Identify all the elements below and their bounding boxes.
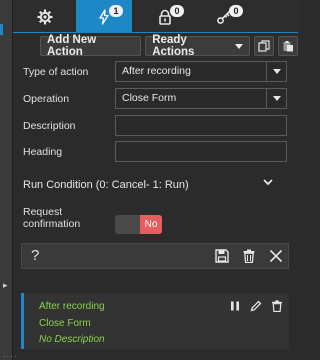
heading-label: Heading — [23, 146, 63, 158]
left-strip-marker — [0, 24, 3, 35]
help-icon[interactable]: ? — [31, 247, 39, 264]
operation-label: Operation — [23, 93, 70, 105]
tab-actions-badge: 1 — [109, 5, 123, 17]
toggle-no-label: No — [140, 215, 162, 234]
request-confirmation-toggle[interactable]: No — [115, 215, 162, 234]
left-strip: ▸ ···· — [0, 0, 17, 360]
add-new-action-button[interactable]: Add New Action — [40, 34, 142, 58]
more-dots-icon: ···· — [3, 352, 18, 360]
pause-icon[interactable] — [229, 300, 241, 312]
item-card-icons — [229, 300, 283, 312]
heading-input[interactable] — [115, 141, 287, 162]
action-bar-icons — [215, 249, 283, 263]
expand-arrow-icon[interactable]: ▸ — [3, 280, 8, 291]
item-operation: Close Form — [39, 318, 91, 329]
tab-locks[interactable]: 0 — [137, 0, 193, 33]
copy-button[interactable] — [254, 36, 275, 56]
request-confirmation-line-1: Request — [23, 206, 63, 218]
tab-locks-badge: 0 — [170, 5, 184, 17]
type-of-action-label: Type of action — [23, 66, 89, 78]
tab-settings[interactable] — [17, 0, 73, 33]
paste-icon — [282, 40, 294, 52]
close-icon[interactable] — [269, 249, 283, 263]
request-confirmation-line-2: confirmation — [23, 218, 81, 230]
operation-value: Close Form — [122, 92, 177, 104]
add-new-action-label: Add New Action — [47, 34, 97, 58]
caret-down-icon — [235, 43, 244, 49]
pencil-icon[interactable] — [250, 300, 262, 312]
select-caret-icon — [266, 89, 286, 108]
tab-keys-badge: 0 — [229, 5, 243, 17]
copy-icon — [258, 40, 270, 52]
description-label: Description — [23, 120, 76, 132]
action-list-item[interactable]: After recording Close Form No Descriptio… — [21, 293, 289, 349]
ready-actions-label: Ready Actions — [152, 34, 195, 58]
chevron-down-icon[interactable] — [262, 176, 274, 188]
type-of-action-select[interactable]: After recording — [115, 61, 287, 82]
gear-icon — [37, 9, 53, 25]
request-confirmation-label: Request confirmation — [23, 206, 80, 230]
save-icon[interactable] — [215, 249, 229, 263]
description-input[interactable] — [115, 115, 287, 136]
action-toolbar: Add New Action Ready Actions — [40, 34, 298, 58]
trash-icon[interactable] — [242, 249, 256, 263]
tab-bar: 1 0 0 — [13, 0, 298, 33]
tab-keys[interactable]: 0 — [196, 0, 252, 33]
operation-select[interactable]: Close Form — [115, 88, 287, 109]
type-of-action-value: After recording — [122, 65, 191, 77]
item-type: After recording — [39, 301, 105, 312]
tab-actions[interactable]: 1 — [76, 0, 132, 33]
ready-actions-dropdown[interactable]: Ready Actions — [145, 34, 251, 58]
run-condition-label[interactable]: Run Condition (0: Cancel- 1: Run) — [23, 179, 189, 191]
action-edit-bar: ? — [21, 243, 289, 269]
trash-icon[interactable] — [271, 300, 283, 312]
select-caret-icon — [266, 62, 286, 81]
item-description: No Description — [39, 334, 105, 345]
paste-button[interactable] — [278, 36, 298, 56]
